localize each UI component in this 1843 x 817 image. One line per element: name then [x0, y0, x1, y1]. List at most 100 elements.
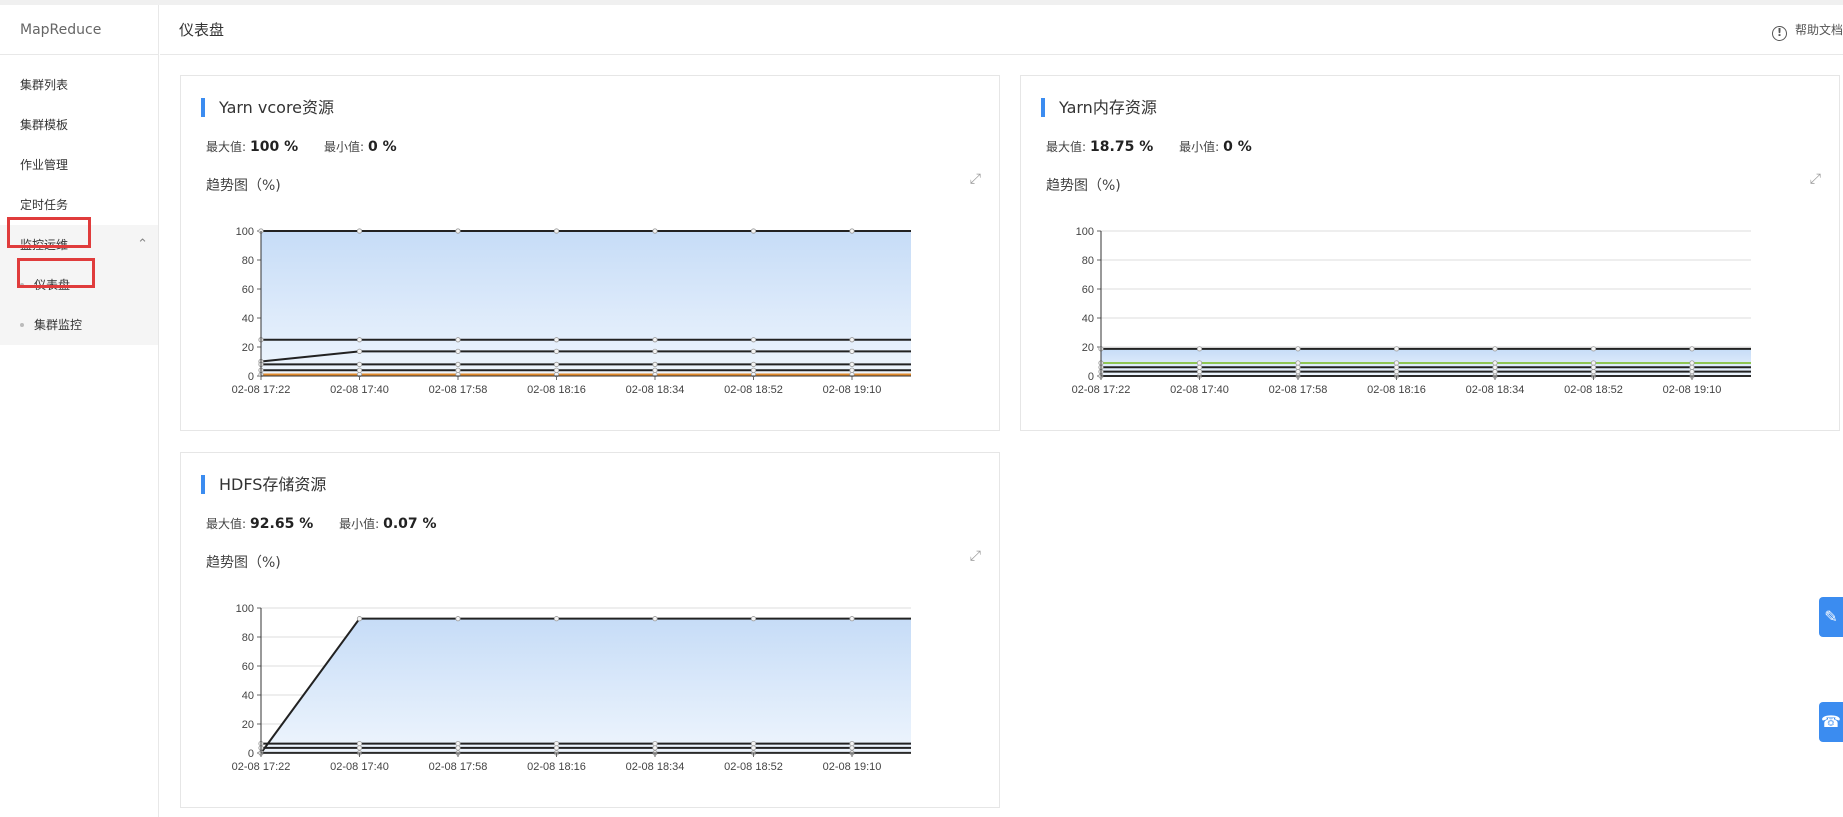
expand-icon[interactable]: ⤢ [1810, 171, 1821, 187]
data-point [849, 367, 855, 373]
y-tick-label: 60 [242, 284, 254, 296]
data-point [455, 740, 461, 747]
x-tick-label: 02-08 18:34 [1466, 384, 1525, 396]
y-tick-label: 40 [1082, 313, 1094, 325]
data-point [356, 337, 363, 343]
data-point [356, 367, 363, 373]
help-docs-link[interactable]: ! 帮助文档 [1771, 5, 1843, 55]
data-point [652, 740, 658, 747]
x-tick-label: 02-08 18:16 [527, 384, 586, 396]
data-point [849, 616, 855, 622]
data-point [849, 740, 855, 747]
min-label: 最小值: [324, 140, 365, 154]
data-point [356, 228, 363, 234]
sidebar-item-cluster-list[interactable]: 集群列表 [0, 65, 158, 105]
highlight-box-dashboard [17, 258, 95, 288]
data-point [455, 367, 461, 373]
x-tick-label: 02-08 17:58 [1269, 384, 1328, 396]
data-point [1393, 360, 1400, 366]
data-point [1196, 364, 1203, 370]
data-point [455, 361, 461, 367]
trend-label: 趋势图（%) [1046, 178, 1121, 194]
expand-icon[interactable]: ⤢ [970, 171, 981, 187]
data-point [356, 348, 363, 354]
data-point [1689, 369, 1695, 375]
x-tick-label: 02-08 18:34 [626, 761, 685, 773]
x-tick-label: 02-08 19:10 [1663, 384, 1722, 396]
data-point [553, 348, 560, 354]
data-point [455, 616, 461, 622]
help-docs-label: 帮助文档 [1794, 23, 1843, 37]
data-point [1393, 364, 1400, 370]
data-point [849, 745, 855, 751]
data-point [455, 337, 461, 343]
data-point [1590, 346, 1597, 352]
data-point [1590, 369, 1597, 375]
feedback-edit-button[interactable]: ✎ [1819, 597, 1843, 637]
max-value: 100 % [250, 139, 299, 155]
y-tick-label: 100 [1076, 226, 1094, 238]
x-tick-label: 02-08 17:58 [429, 384, 488, 396]
page-header: 仪表盘 ! 帮助文档 [160, 5, 1843, 55]
min-label: 最小值: [1179, 140, 1220, 154]
chart-plot-group: 0 20 40 60 80 100 02-08 17:22 02-08 17:40 02-08 … [232, 226, 911, 396]
trend-chart: 0 20 40 60 80 100 02-08 17:22 02-08 17:40 02-08 … [232, 603, 911, 773]
max-label: 最大值: [206, 140, 247, 154]
card-stats: 最大值: 100 % 最小值: 0 % [206, 138, 419, 155]
y-tick-label: 0 [248, 748, 254, 760]
data-point [1393, 369, 1400, 375]
max-label: 最大值: [1046, 140, 1087, 154]
data-point [750, 616, 757, 622]
max-value: 92.65 % [250, 516, 314, 532]
data-point [553, 228, 560, 234]
min-label: 最小值: [339, 517, 380, 531]
y-tick-label: 20 [242, 719, 254, 731]
y-tick-label: 0 [248, 371, 254, 383]
chevron-up-icon[interactable]: ⌃ [137, 225, 148, 265]
data-point [1295, 369, 1301, 375]
max-value: 18.75 % [1090, 139, 1154, 155]
y-tick-label: 40 [242, 313, 254, 325]
x-tick-label: 02-08 17:40 [1170, 384, 1229, 396]
trend-label: 趋势图（%) [206, 555, 281, 571]
trend-chart: 0 20 40 60 80 100 02-08 17:22 02-08 17:40 02-08 … [232, 226, 911, 396]
data-point [356, 361, 363, 367]
bullet-dot-icon [20, 323, 24, 327]
y-tick-label: 60 [1082, 284, 1094, 296]
data-point [652, 616, 658, 622]
card-hdfs-storage: HDFS存储资源 最大值: 92.65 % 最小值: 0.07 % 趋势图（%) ⤢… [180, 452, 1000, 808]
chart-plot-group: 0 20 40 60 80 100 02-08 17:22 02-08 17:40 02-08 … [1072, 226, 1751, 396]
data-point [750, 745, 757, 751]
expand-icon[interactable]: ⤢ [970, 548, 981, 564]
support-headset-button[interactable]: ☎ [1819, 702, 1843, 742]
sidebar-item-job-management[interactable]: 作业管理 [0, 145, 158, 185]
y-tick-label: 40 [242, 690, 254, 702]
data-point [1492, 364, 1498, 370]
sidebar: MapReduce 集群列表 集群模板 作业管理 定时任务 监控运维 ⌃ 仪表盘… [0, 5, 159, 817]
chart-plot-group: 0 20 40 60 80 100 02-08 17:22 02-08 17:40 02-08 … [232, 603, 911, 773]
data-point [1689, 364, 1695, 370]
y-tick-label: 100 [236, 603, 254, 615]
min-value: 0 % [368, 139, 397, 155]
data-point [750, 337, 757, 343]
trend-chart: 0 20 40 60 80 100 02-08 17:22 02-08 17:40 02-08 … [1072, 226, 1751, 396]
x-tick-label: 02-08 17:58 [429, 761, 488, 773]
data-point [849, 361, 855, 367]
y-tick-label: 20 [1082, 342, 1094, 354]
data-point [652, 228, 658, 234]
card-yarn-memory: Yarn内存资源 最大值: 18.75 % 最小值: 0 % 趋势图（%) ⤢ 02… [1020, 75, 1840, 431]
data-point [750, 228, 757, 234]
data-point [1492, 360, 1498, 366]
x-tick-label: 02-08 18:16 [527, 761, 586, 773]
data-point [849, 228, 855, 234]
data-point [750, 361, 757, 367]
y-tick-label: 80 [242, 632, 254, 644]
data-point [652, 348, 658, 354]
data-point [1196, 346, 1203, 352]
data-point [1689, 346, 1695, 352]
sidebar-item-cluster-monitor[interactable]: 集群监控 [0, 305, 158, 345]
x-tick-label: 02-08 18:52 [724, 384, 783, 396]
data-point [1295, 360, 1301, 366]
sidebar-item-cluster-template[interactable]: 集群模板 [0, 105, 158, 145]
y-tick-label: 0 [1088, 371, 1094, 383]
